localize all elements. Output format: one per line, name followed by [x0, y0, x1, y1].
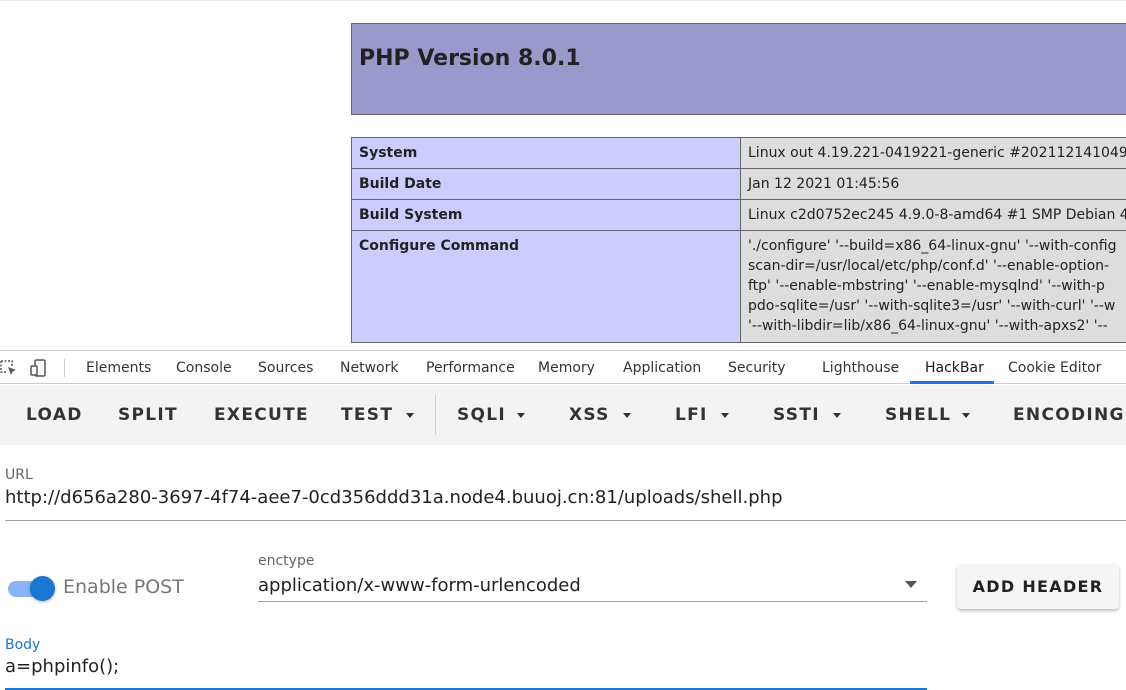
- enable-post-label: Enable POST: [63, 576, 184, 598]
- tab-lighthouse[interactable]: Lighthouse: [822, 351, 899, 384]
- hackbar-toolbar: LOAD SPLIT EXECUTE TEST SQLI XSS LFI SST…: [0, 385, 1126, 445]
- url-input[interactable]: http://d656a280-3697-4f74-aee7-0cd356ddd…: [5, 487, 783, 508]
- tab-security[interactable]: Security: [728, 351, 786, 384]
- sqli-dropdown-icon[interactable]: [517, 413, 525, 418]
- enctype-underline: [258, 601, 927, 602]
- php-info-table: System Linux out 4.19.221-0419221-generi…: [351, 137, 1126, 343]
- lfi-dropdown-icon[interactable]: [721, 413, 729, 418]
- url-label: URL: [5, 467, 33, 483]
- body-label: Body: [5, 637, 41, 653]
- table-row: System Linux out 4.19.221-0419221-generi…: [351, 137, 1126, 169]
- lfi-button[interactable]: LFI: [675, 385, 708, 445]
- enctype-label: enctype: [258, 553, 315, 569]
- chevron-down-icon[interactable]: [905, 581, 917, 588]
- test-button[interactable]: TEST: [341, 385, 393, 445]
- body-input[interactable]: a=phpinfo();: [5, 656, 119, 677]
- url-underline: [5, 520, 1126, 521]
- devtools-tab-bar: Elements Console Sources Network Perform…: [0, 350, 1126, 384]
- shell-button[interactable]: SHELL: [885, 385, 951, 445]
- info-key: Build Date: [351, 168, 741, 200]
- ssti-button[interactable]: SSTI: [773, 385, 820, 445]
- configure-line: ftp' '--enable-mbstring' '--enable-mysql…: [748, 278, 1105, 294]
- load-button[interactable]: LOAD: [26, 385, 83, 445]
- configure-line: '--with-libdir=lib/x86_64-linux-gnu' '--…: [748, 318, 1108, 334]
- table-row: Build System Linux c2d0752ec245 4.9.0-8-…: [351, 199, 1126, 231]
- inspect-element-icon[interactable]: [0, 359, 18, 377]
- test-dropdown-icon[interactable]: [406, 413, 414, 418]
- toolbar-divider: [64, 359, 65, 377]
- hackbar-form: URL http://d656a280-3697-4f74-aee7-0cd35…: [0, 445, 1126, 690]
- encoding-button[interactable]: ENCODING: [1013, 385, 1125, 445]
- tab-hackbar[interactable]: HackBar: [925, 351, 984, 384]
- tab-sources[interactable]: Sources: [258, 351, 313, 384]
- enctype-select[interactable]: application/x-www-form-urlencoded: [258, 575, 581, 596]
- sqli-button[interactable]: SQLI: [457, 385, 506, 445]
- add-header-button[interactable]: ADD HEADER: [957, 564, 1119, 609]
- shell-dropdown-icon[interactable]: [962, 413, 970, 418]
- xss-dropdown-icon[interactable]: [623, 413, 631, 418]
- configure-line: scan-dir=/usr/local/etc/php/conf.d' '--e…: [748, 258, 1110, 274]
- active-tab-indicator: [910, 381, 994, 384]
- tab-network[interactable]: Network: [340, 351, 398, 384]
- execute-button[interactable]: EXECUTE: [214, 385, 309, 445]
- tab-console[interactable]: Console: [176, 351, 232, 384]
- info-key: Build System: [351, 199, 741, 231]
- tab-memory[interactable]: Memory: [538, 351, 595, 384]
- tab-elements[interactable]: Elements: [86, 351, 151, 384]
- toggle-thumb[interactable]: [30, 576, 55, 601]
- toolbar-divider: [435, 395, 436, 435]
- tab-performance[interactable]: Performance: [426, 351, 515, 384]
- ssti-dropdown-icon[interactable]: [833, 413, 841, 418]
- phpinfo-page: PHP Version 8.0.1 System Linux out 4.19.…: [0, 0, 1126, 350]
- device-toolbar-icon[interactable]: [30, 359, 50, 377]
- tab-cookie-editor[interactable]: Cookie Editor: [1008, 351, 1101, 384]
- info-value: './configure' '--build=x86_64-linux-gnu'…: [740, 230, 1126, 343]
- info-key: Configure Command: [351, 230, 741, 343]
- table-row: Configure Command './configure' '--build…: [351, 230, 1126, 343]
- xss-button[interactable]: XSS: [569, 385, 610, 445]
- configure-line: './configure' '--build=x86_64-linux-gnu'…: [748, 238, 1117, 254]
- php-version-header: PHP Version 8.0.1: [351, 23, 1126, 115]
- info-value: Linux c2d0752ec245 4.9.0-8-amd64 #1 SMP …: [740, 199, 1126, 231]
- info-key: System: [351, 137, 741, 169]
- info-value: Jan 12 2021 01:45:56: [740, 168, 1126, 200]
- info-value: Linux out 4.19.221-0419221-generic #2021…: [740, 137, 1126, 169]
- split-button[interactable]: SPLIT: [118, 385, 178, 445]
- configure-line: pdo-sqlite=/usr' '--with-sqlite3=/usr' '…: [748, 298, 1116, 314]
- table-row: Build Date Jan 12 2021 01:45:56: [351, 168, 1126, 200]
- php-version-title: PHP Version 8.0.1: [359, 46, 581, 71]
- tab-application[interactable]: Application: [623, 351, 701, 384]
